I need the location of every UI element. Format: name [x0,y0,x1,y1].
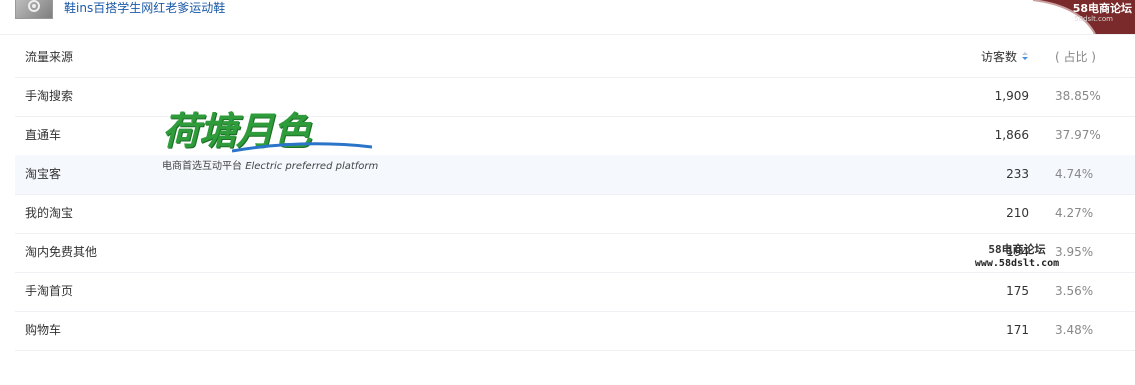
logo-watermark-subtitle: 电商首选互动平台 Electric preferred platform [162,157,379,172]
row-source: 购物车 [25,323,62,337]
row-share: 3.48% [1055,323,1094,337]
product-thumbnail[interactable] [15,0,53,19]
corner-watermark: 58电商论坛 58dslt.com [1025,0,1135,34]
site-watermark-name: 58电商论坛 [988,243,1046,256]
sort-icon[interactable] [1021,38,1029,77]
logo-watermark-subtitle-en: Electric preferred platform [245,161,379,172]
row-source: 手淘搜索 [25,89,74,103]
logo-watermark-subtitle-cn: 电商首选互动平台 [162,161,242,172]
row-share: 4.74% [1055,167,1094,181]
row-source: 淘内免费其他 [25,245,98,259]
site-watermark: 58电商论坛 www.58dslt.com [962,242,1072,270]
row-visitors: 1,866 [994,128,1029,142]
row-visitors: 210 [1006,206,1029,220]
row-share: 3.56% [1055,284,1094,298]
row-source: 我的淘宝 [25,206,74,220]
column-header-source: 流量来源 [25,50,74,64]
site-watermark-url: www.58dslt.com [974,258,1060,269]
row-share: 37.97% [1055,128,1101,142]
product-title-link[interactable]: 鞋ins百搭学生网红老爹运动鞋 [64,0,225,16]
corner-badge-text: 58电商论坛 [1072,2,1132,15]
row-share: 38.85% [1055,89,1101,103]
product-header: 鞋ins百搭学生网红老爹运动鞋 58电商论坛 58dslt.com [0,0,1135,35]
corner-badge-subtext: 58dslt.com [1074,15,1113,23]
row-share: 4.27% [1055,206,1094,220]
row-visitors: 233 [1006,167,1029,181]
column-header-share: ( 占比 ) [1055,50,1096,64]
table-row[interactable]: 手淘首页 175 3.56% [15,272,1135,312]
row-visitors: 1,909 [994,89,1029,103]
logo-watermark: 荷塘月色 电商首选互动平台 Electric preferred platfor… [162,109,379,179]
row-source: 手淘首页 [25,284,74,298]
row-visitors: 175 [1006,284,1029,298]
logo-swoosh-icon [232,142,372,153]
row-visitors: 171 [1006,323,1029,337]
row-source: 直通车 [25,128,62,142]
column-header-visitors-label: 访客数 [980,50,1017,64]
row-source: 淘宝客 [25,167,62,181]
table-row[interactable]: 我的淘宝 210 4.27% [15,194,1135,234]
table-header-row: 流量来源 访客数 ( 占比 ) [15,38,1135,78]
table-row[interactable]: 购物车 171 3.48% [15,311,1135,351]
column-header-visitors[interactable]: 访客数 [981,38,1029,77]
